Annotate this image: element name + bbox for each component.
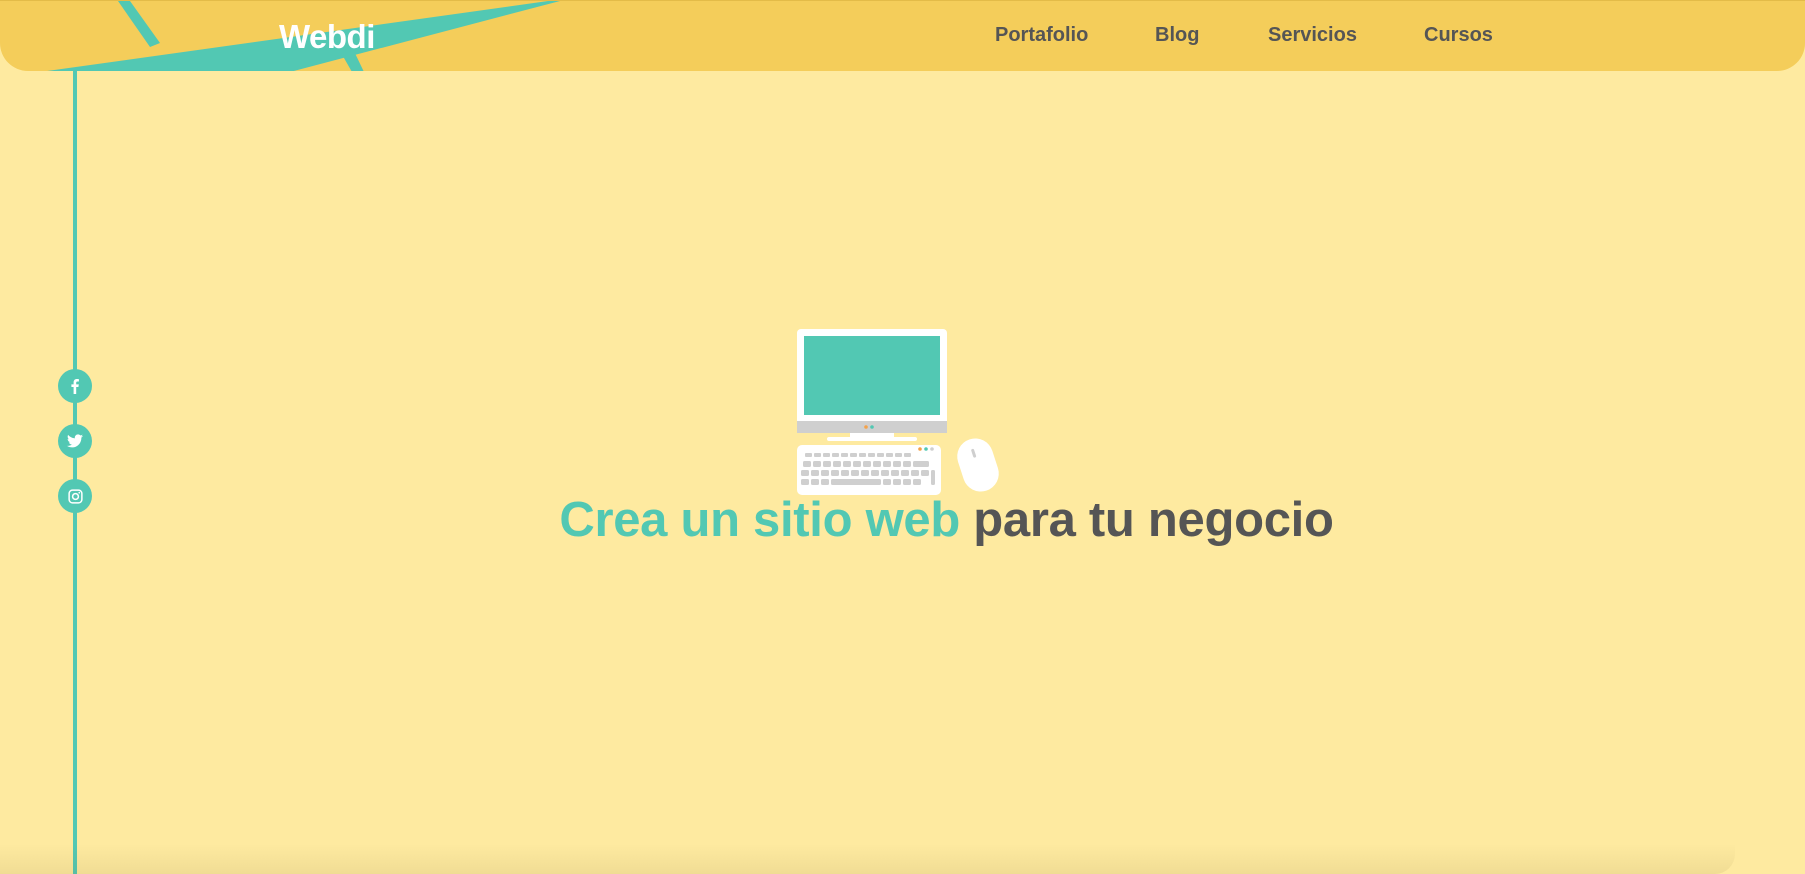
page: Webdi Portafolio Blog Servicios Cursos C… bbox=[0, 0, 1805, 874]
twitter-icon bbox=[67, 434, 83, 448]
facebook-button[interactable] bbox=[58, 369, 92, 403]
nav-item-portafolio[interactable]: Portafolio bbox=[995, 24, 1088, 47]
nav-item-servicios[interactable]: Servicios bbox=[1268, 24, 1357, 47]
twitter-button[interactable] bbox=[58, 424, 92, 458]
headline-accent: Crea un sitio web bbox=[559, 493, 960, 547]
headline-rest: para tu negocio bbox=[973, 493, 1334, 547]
site-header: Webdi Portafolio Blog Servicios Cursos bbox=[0, 0, 1805, 71]
left-vertical-line bbox=[73, 70, 77, 874]
nav-item-cursos[interactable]: Cursos bbox=[1424, 24, 1493, 47]
desktop-computer-illustration bbox=[797, 329, 999, 495]
facebook-icon bbox=[71, 379, 79, 394]
main-nav: Portafolio Blog Servicios Cursos bbox=[0, 24, 1805, 52]
nav-item-blog[interactable]: Blog bbox=[1155, 24, 1199, 47]
hero-headline: Crea un sitio web para tu negocio bbox=[0, 492, 1805, 548]
bottom-shadow bbox=[0, 844, 1735, 874]
